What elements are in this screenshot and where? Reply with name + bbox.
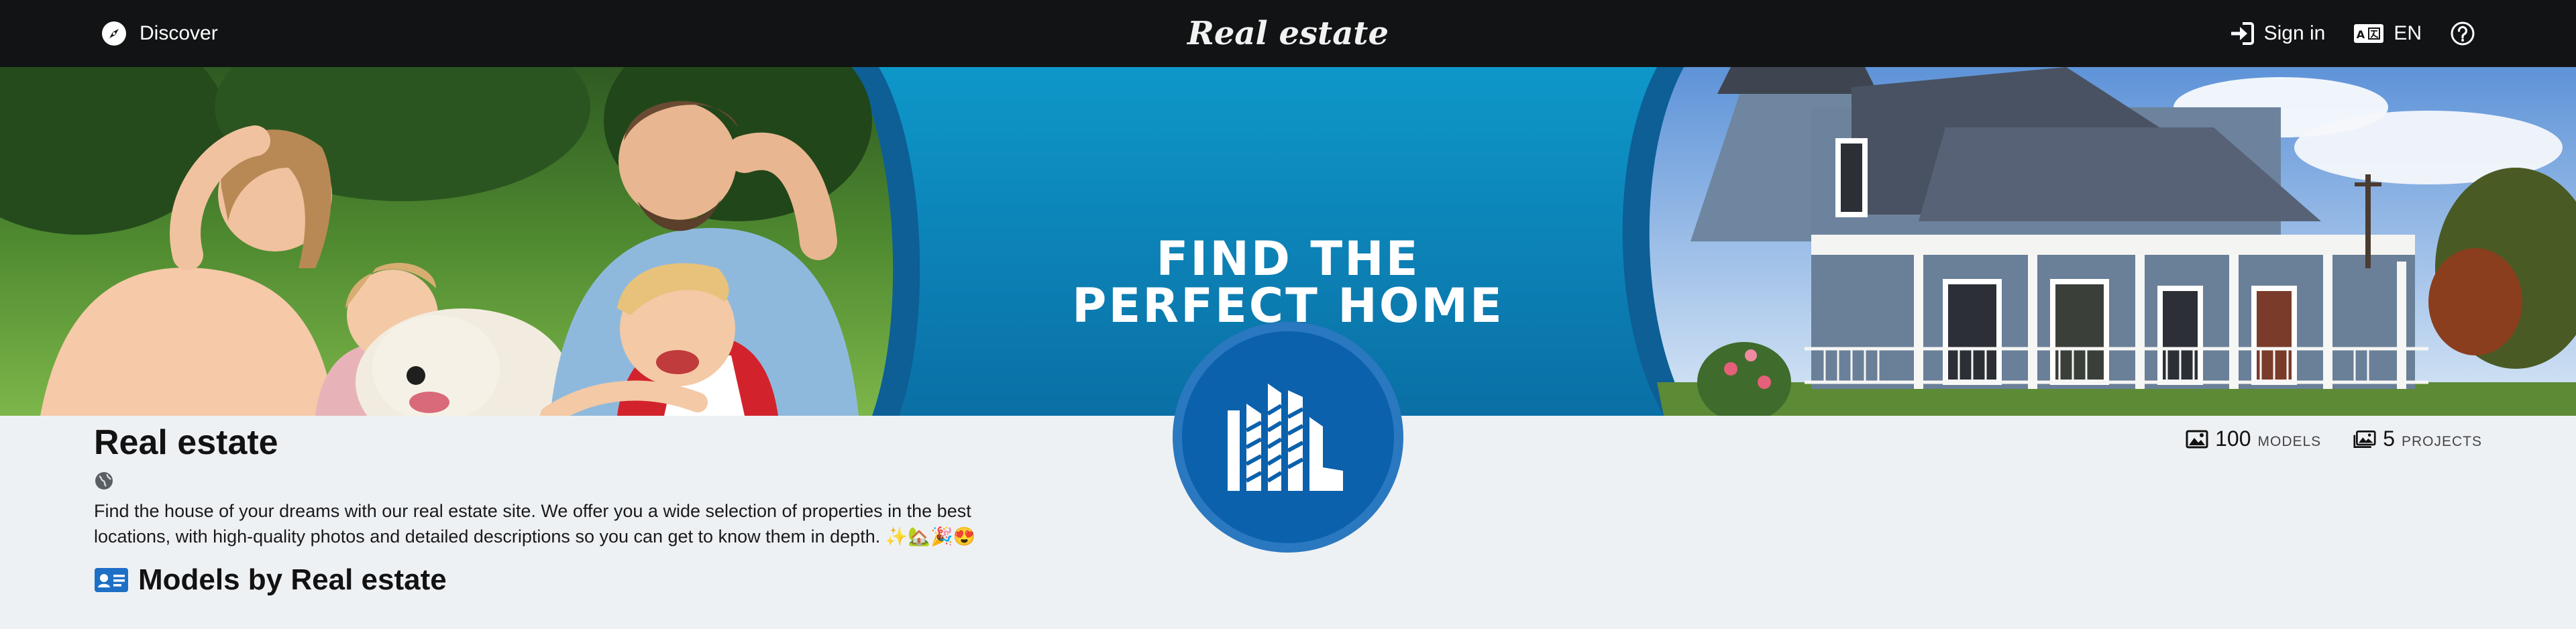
profile-name: Real estate: [94, 423, 278, 462]
profile-description: Find the house of your dreams with our r…: [94, 501, 976, 547]
globe-icon[interactable]: [94, 471, 114, 491]
projects-label: PROJECTS: [2401, 434, 2482, 449]
language-selector[interactable]: A EN: [2353, 22, 2422, 45]
sign-in-icon: [2231, 22, 2254, 45]
models-label: MODELS: [2257, 434, 2322, 449]
language-icon: A: [2354, 24, 2384, 43]
family-photo: [0, 67, 920, 416]
help-button[interactable]: [2450, 21, 2475, 46]
sign-in-button[interactable]: Sign in: [2229, 21, 2326, 46]
language-label: EN: [2394, 22, 2422, 44]
brand-logo: Real estate: [0, 0, 2576, 67]
discover-label: Discover: [140, 22, 218, 44]
models-section-header: Models by Real estate: [94, 563, 447, 597]
projects-stat[interactable]: 5 PROJECTS: [2353, 426, 2482, 451]
compass-icon: [102, 21, 126, 46]
image-icon: [2186, 430, 2208, 448]
profile-avatar: [1173, 322, 1403, 553]
help-icon: [2451, 21, 2475, 46]
house-photo: [1622, 67, 2576, 416]
profile-stats: 100 MODELS 5 PROJECTS: [2186, 426, 2482, 451]
images-icon: [2353, 430, 2376, 448]
building-logo-icon: [1228, 384, 1343, 491]
profile-info: Real estate Find the house of your dream…: [94, 422, 1033, 549]
discover-link[interactable]: Discover: [101, 0, 218, 67]
nav-right: Sign in A EN: [2229, 0, 2475, 67]
models-count: 100: [2215, 426, 2251, 451]
id-card-icon: [95, 568, 128, 592]
svg-text:A: A: [2357, 28, 2365, 41]
models-stat[interactable]: 100 MODELS: [2186, 426, 2321, 451]
projects-count: 5: [2383, 426, 2395, 451]
sign-in-label: Sign in: [2263, 22, 2326, 44]
brand-title[interactable]: Real estate: [1187, 15, 1389, 52]
models-heading: Models by Real estate: [138, 563, 447, 596]
top-navbar: Discover Real estate Sign in A EN: [0, 0, 2576, 67]
